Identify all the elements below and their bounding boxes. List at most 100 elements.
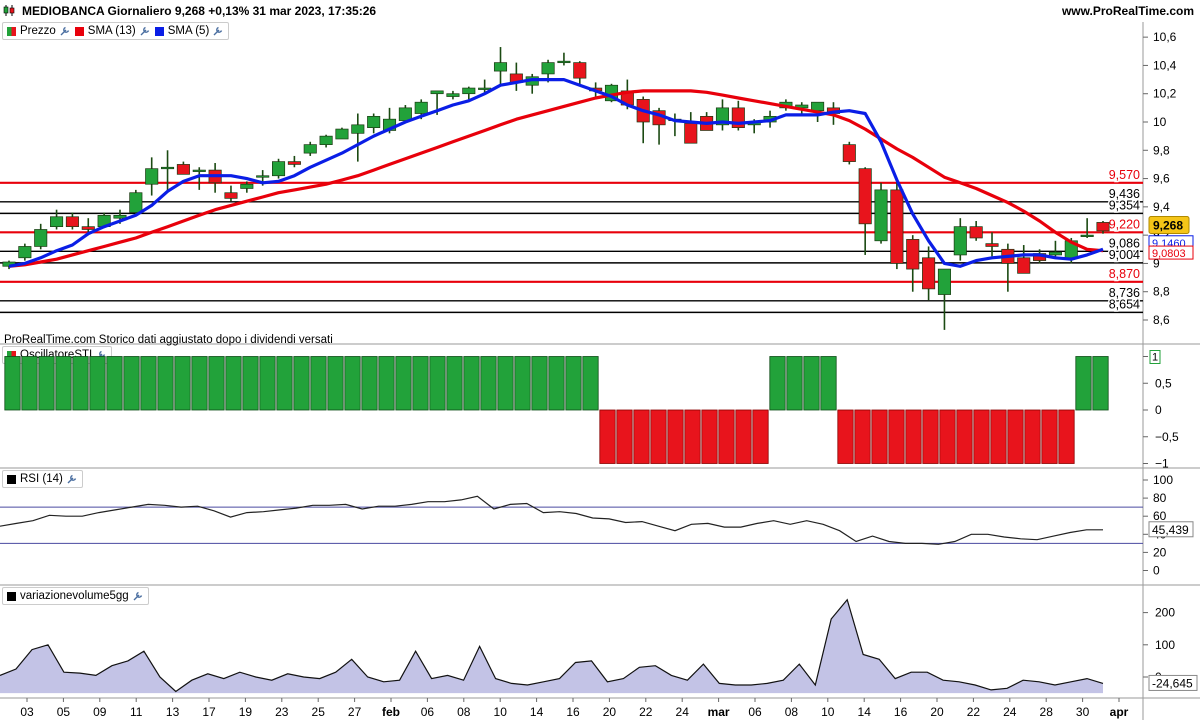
- vol-tick-label: 100: [1155, 638, 1175, 652]
- price-tick-label: 8,8: [1153, 285, 1170, 299]
- sti-bar: [514, 356, 531, 411]
- sti-bar: [990, 409, 1007, 464]
- site-link[interactable]: www.ProRealTime.com: [1062, 4, 1194, 18]
- sti-bar: [803, 356, 820, 411]
- x-tick-label: 06: [748, 705, 762, 719]
- x-tick-label: 08: [785, 705, 799, 719]
- candle-body: [224, 192, 238, 199]
- sti-bar: [429, 356, 446, 411]
- sti-bar: [344, 356, 361, 411]
- candle-body: [65, 216, 79, 228]
- candle-body: [1096, 222, 1110, 232]
- sti-bar: [854, 409, 871, 464]
- sti-bar: [1007, 409, 1024, 464]
- candle-body: [256, 175, 270, 178]
- candle-body: [874, 189, 888, 242]
- rsi-tick-label: 60: [1153, 509, 1167, 523]
- sti-bar: [310, 356, 327, 411]
- candle-body: [985, 243, 999, 247]
- sti-tick-label: −1: [1155, 457, 1169, 471]
- candle-body: [1017, 257, 1031, 274]
- sti-bar: [701, 409, 718, 464]
- sti-bar: [939, 409, 956, 464]
- candle-body: [129, 192, 143, 213]
- chart-header: MEDIOBANCA Giornaliero 9,268 +0,13% 31 m…: [0, 0, 1200, 22]
- sma13-line: [8, 89, 1104, 268]
- sti-bar: [361, 356, 378, 411]
- sti-bar: [89, 356, 106, 411]
- sti-bar: [497, 356, 514, 411]
- x-tick-label: 14: [530, 705, 544, 719]
- candle-body: [906, 239, 920, 270]
- sti-bar: [242, 356, 259, 411]
- sti-bar: [888, 409, 905, 464]
- sti-bar: [786, 356, 803, 411]
- candle-body: [573, 62, 587, 79]
- sti-bar: [395, 356, 412, 411]
- price-tick-label: 10,6: [1153, 30, 1177, 44]
- sti-bar: [752, 409, 769, 464]
- candle-body: [937, 268, 951, 295]
- candle-body: [890, 189, 904, 264]
- sti-bar: [871, 409, 888, 464]
- sti-bar: [956, 409, 973, 464]
- sti-bar: [174, 356, 191, 411]
- rsi-tick-label: 20: [1153, 545, 1167, 559]
- x-tick-label: 06: [421, 705, 435, 719]
- candle-body: [842, 144, 856, 162]
- price-tick-label: 9,8: [1153, 143, 1170, 157]
- sti-bar: [599, 409, 616, 464]
- x-tick-label: 14: [858, 705, 872, 719]
- x-tick-label: 22: [639, 705, 653, 719]
- candle-body: [493, 62, 508, 72]
- chart-canvas[interactable]: 8,68,899,29,49,69,81010,210,410,69,5709,…: [0, 22, 1200, 720]
- x-tick-label: 20: [603, 705, 617, 719]
- sti-bar: [21, 356, 38, 411]
- x-tick-label: feb: [382, 705, 400, 719]
- sti-bar: [548, 356, 565, 411]
- sti-bar: [378, 356, 395, 411]
- level-label: 9,220: [1109, 217, 1140, 231]
- rsi-tick-label: 0: [1153, 564, 1160, 578]
- vol-line: [0, 598, 1104, 693]
- sti-bar: [1092, 356, 1109, 411]
- x-tick-label: 30: [1076, 705, 1090, 719]
- sti-bar: [72, 356, 89, 411]
- sti-bar: [123, 356, 140, 411]
- candle-body: [145, 168, 159, 185]
- candle-body: [351, 124, 365, 134]
- x-tick-label: 03: [20, 705, 34, 719]
- level-label: 9,004: [1109, 248, 1140, 262]
- sti-bar: [1058, 409, 1075, 464]
- candle-body: [478, 87, 492, 90]
- candle-body: [192, 169, 206, 172]
- sti-bar: [327, 356, 344, 411]
- sti-bar: [412, 356, 429, 411]
- candle-body: [272, 161, 286, 177]
- level-label: 9,354: [1109, 198, 1140, 212]
- sti-bar: [531, 356, 548, 411]
- chart-title: MEDIOBANCA Giornaliero 9,268 +0,13% 31 m…: [22, 4, 377, 18]
- x-tick-label: 09: [93, 705, 107, 719]
- candle-body: [557, 60, 571, 64]
- x-tick-label: 16: [894, 705, 908, 719]
- sti-bar: [905, 409, 922, 464]
- x-tick-label: mar: [708, 705, 730, 719]
- candle-body: [287, 161, 301, 165]
- sti-bar: [565, 356, 582, 411]
- candle-body: [430, 90, 444, 95]
- rsi-tick-label: 100: [1153, 473, 1173, 487]
- candle-body: [161, 166, 175, 170]
- x-tick-label: 19: [239, 705, 253, 719]
- level-label: 8,870: [1109, 267, 1140, 281]
- candle-body: [953, 226, 967, 256]
- candlestick-icon: [3, 5, 15, 16]
- sti-tick-label: −0,5: [1155, 430, 1179, 444]
- sti-bar: [191, 356, 208, 411]
- sti-bar: [633, 409, 650, 464]
- candle-body: [367, 115, 381, 129]
- x-tick-label: apr: [1110, 705, 1129, 719]
- x-tick-label: 24: [1003, 705, 1017, 719]
- price-tick-label: 8,6: [1153, 313, 1170, 327]
- x-tick-label: 27: [348, 705, 362, 719]
